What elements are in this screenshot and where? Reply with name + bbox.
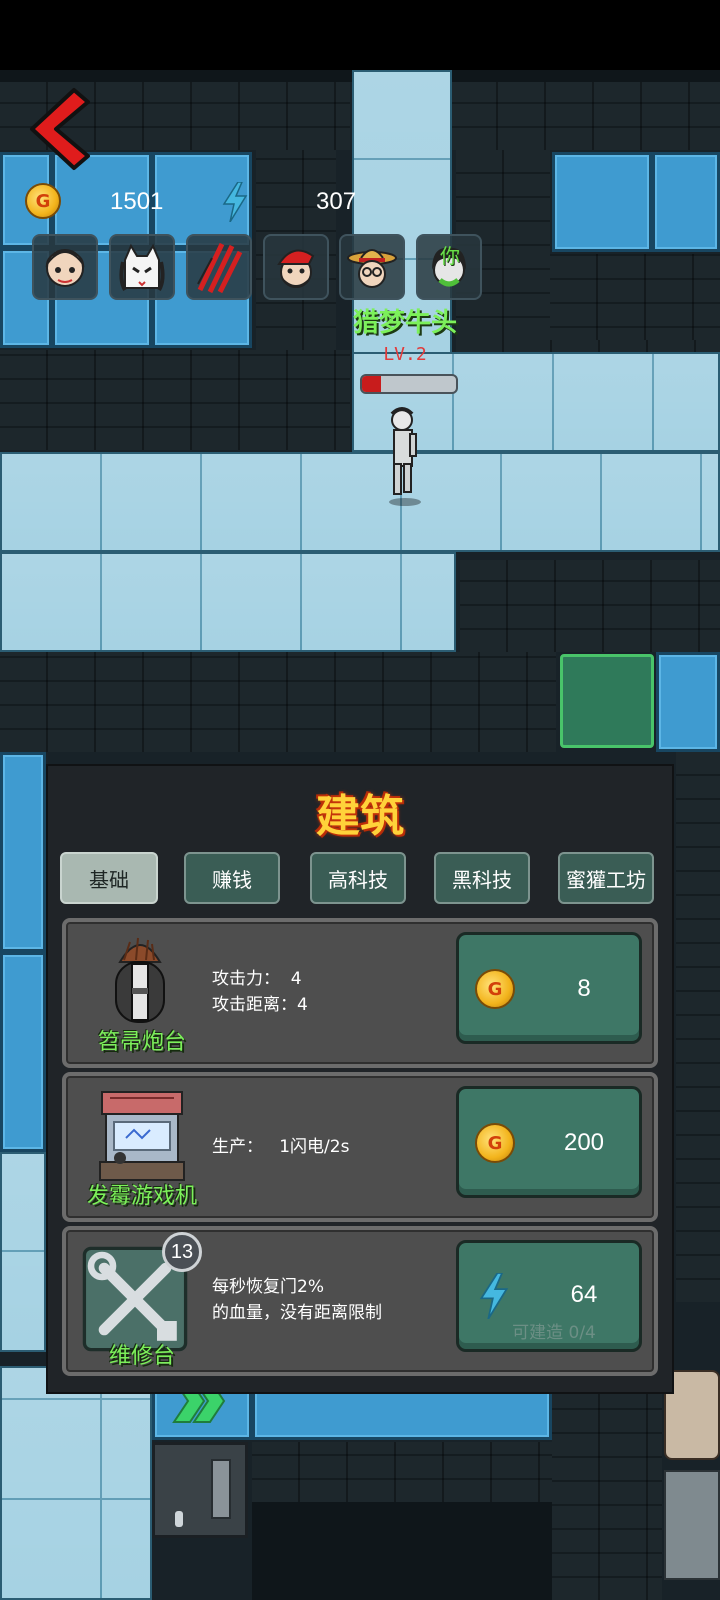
coin-letter: G [487, 1132, 503, 1154]
building-name: 维修台 [108, 1344, 175, 1369]
building-card-broom-turret[interactable]: 笤帚炮台 攻击力： 4 攻击距离：4 G 8 [62, 918, 658, 1068]
ice-floor [0, 1152, 46, 1352]
tab-high-tech[interactable]: 高科技 [310, 852, 406, 904]
coin-icon: G [25, 183, 61, 219]
tab-black-tech[interactable]: 黑科技 [434, 852, 530, 904]
buy-button[interactable]: G 8 [456, 932, 642, 1044]
blue-floor-tile [652, 152, 720, 252]
player-hp-bar [360, 374, 458, 394]
blue-floor-tile [552, 152, 652, 252]
ice-floor [0, 1366, 152, 1600]
panel-title: 建筑 [316, 791, 404, 842]
you-tag: 你 [440, 244, 460, 268]
cat-mask-avatar[interactable] [109, 234, 175, 300]
ghost-avatar[interactable]: 你 [416, 234, 482, 300]
door-handle [211, 1459, 231, 1519]
buy-button[interactable]: 64 可建造 0/4 [456, 1240, 642, 1352]
building-stats: 每秒恢复门2% 的血量，没有距离限制 [212, 1277, 382, 1323]
build-limit: 可建造 0/4 [512, 1323, 596, 1343]
status-bar [0, 0, 720, 70]
blue-floor-tile [656, 652, 720, 752]
lightning-icon [479, 1273, 509, 1319]
building-name: 笤帚炮台 [97, 1030, 186, 1055]
building-stats: 生产： 1闪电/2s [212, 1137, 350, 1157]
count-badge: 13 [162, 1232, 202, 1272]
lightning-icon [222, 181, 248, 228]
tab-badger-workshop[interactable]: 蜜獾工坊 [558, 852, 654, 904]
building-stats: 攻击力： 4 攻击距离：4 [212, 969, 308, 1015]
santa-avatar[interactable] [263, 234, 329, 300]
player-name: 猎梦牛头 [352, 308, 457, 338]
player-character[interactable] [380, 406, 430, 506]
coin-letter: G [487, 978, 503, 1000]
tab-earn-money[interactable]: 赚钱 [184, 852, 280, 904]
wall [552, 1366, 662, 1600]
building-card-repair-station[interactable]: 13 维修台 每秒恢复门2% 的血量，没有距离限制 64 可建造 0/4 [62, 1226, 658, 1376]
price-value: 8 [577, 975, 591, 1002]
arcade-machine-icon [99, 1091, 185, 1181]
blue-floor-tile [0, 752, 46, 952]
coin-icon: G [475, 1123, 515, 1163]
buy-button[interactable]: G 200 [456, 1086, 642, 1198]
blue-floor-tile [0, 952, 46, 1152]
wall [676, 752, 720, 1302]
coin-letter: G [35, 190, 51, 212]
wall [252, 1442, 552, 1502]
ice-floor [0, 452, 720, 552]
ice-floor [0, 552, 456, 652]
claw-avatar[interactable] [186, 234, 252, 300]
straw-hat-avatar[interactable] [339, 234, 405, 300]
building-name: 发霉游戏机 [86, 1184, 197, 1209]
price-value: 200 [563, 1129, 605, 1156]
machine-prop [664, 1470, 720, 1580]
coin-icon: G [475, 969, 515, 1009]
wall [460, 560, 720, 652]
hp-fill [362, 376, 381, 392]
price-value: 64 [570, 1281, 598, 1308]
broom-turret-icon [115, 937, 165, 1023]
gold-count: 1501 [110, 188, 164, 215]
grandma-avatar[interactable] [32, 234, 98, 300]
tab-basic[interactable]: 基础 [60, 852, 158, 904]
door-lock [175, 1511, 183, 1527]
wall [0, 350, 350, 450]
wall [550, 254, 720, 350]
building-card-arcade[interactable]: 发霉游戏机 生产： 1闪电/2s G 200 [62, 1072, 658, 1222]
energy-count: 307 [316, 188, 357, 215]
wall-shadow [252, 1502, 552, 1600]
wall [0, 652, 556, 752]
highlight-tile[interactable] [560, 654, 654, 748]
wall [450, 70, 720, 150]
back-arrow-icon[interactable] [28, 86, 92, 172]
door[interactable] [152, 1442, 248, 1538]
player-level: LV.2 [383, 344, 427, 365]
